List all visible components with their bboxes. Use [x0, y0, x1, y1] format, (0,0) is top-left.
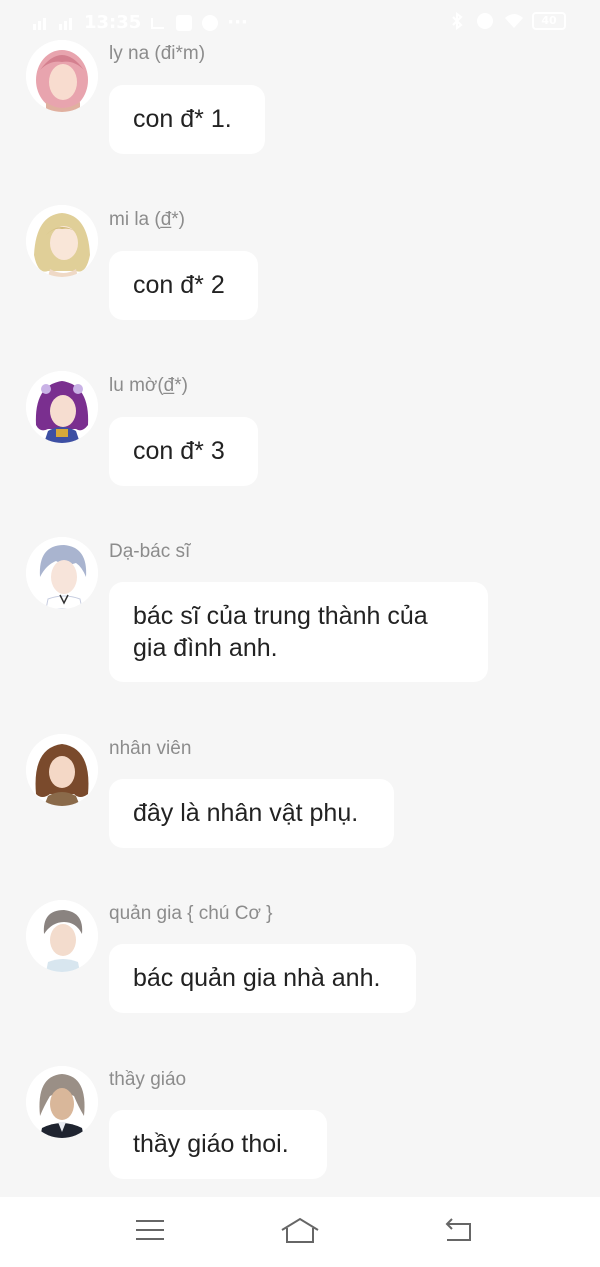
message-bubble: thầy giáo thoi. — [109, 1110, 327, 1179]
message-bubble: bác quản gia nhà anh. — [109, 944, 416, 1013]
man-gray-hair-avatar[interactable] — [26, 900, 98, 972]
message-text: thầy giáo thoi. — [133, 1130, 289, 1158]
character-list[interactable]: ly na (đi*m) con đ* 1. mi la (đ̲*) con đ… — [0, 0, 600, 1197]
home-button[interactable] — [276, 1212, 324, 1252]
message-text-line: bác sĩ của trung thành của — [133, 602, 428, 630]
girl-blonde-hair-avatar[interactable] — [26, 205, 98, 277]
character-name: mi la (đ̲*) — [109, 209, 186, 230]
message-text-line: gia đình anh. — [133, 634, 278, 662]
home-icon — [280, 1216, 320, 1248]
character-name: Dạ-bác sĩ — [109, 541, 191, 562]
character-name: ly na (đi*m) — [109, 43, 206, 64]
man-silver-hair-avatar[interactable] — [26, 537, 98, 609]
message-text: bác quản gia nhà anh. — [133, 964, 381, 992]
back-icon — [443, 1218, 473, 1246]
menu-icon — [135, 1218, 165, 1246]
message-text: đây là nhân vật phụ. — [133, 799, 359, 827]
character-name: quản gia { chú Cơ } — [109, 903, 273, 924]
character-name: lu mờ(đ̲*) — [109, 375, 188, 396]
back-button[interactable] — [434, 1212, 482, 1252]
girl-purple-hair-avatar[interactable] — [26, 371, 98, 443]
menu-button[interactable] — [126, 1212, 174, 1252]
girl-brown-hair-avatar[interactable] — [26, 734, 98, 806]
message-text: con đ* 1. — [133, 105, 232, 133]
message-text: con đ* 3 — [133, 437, 225, 465]
message-bubble: con đ* 1. — [109, 85, 265, 154]
message-text: con đ* 2 — [133, 271, 225, 299]
character-name: nhân viên — [109, 738, 192, 759]
message-bubble: đây là nhân vật phụ. — [109, 779, 394, 848]
message-bubble: con đ* 3 — [109, 417, 258, 486]
message-bubble: bác sĩ của trung thành của gia đình anh. — [109, 582, 488, 682]
character-name: thầy giáo — [109, 1069, 187, 1090]
system-nav-bar — [0, 1197, 600, 1267]
man-long-hair-avatar[interactable] — [26, 1066, 98, 1138]
message-bubble: con đ* 2 — [109, 251, 258, 320]
girl-pink-hair-avatar[interactable] — [26, 40, 98, 112]
